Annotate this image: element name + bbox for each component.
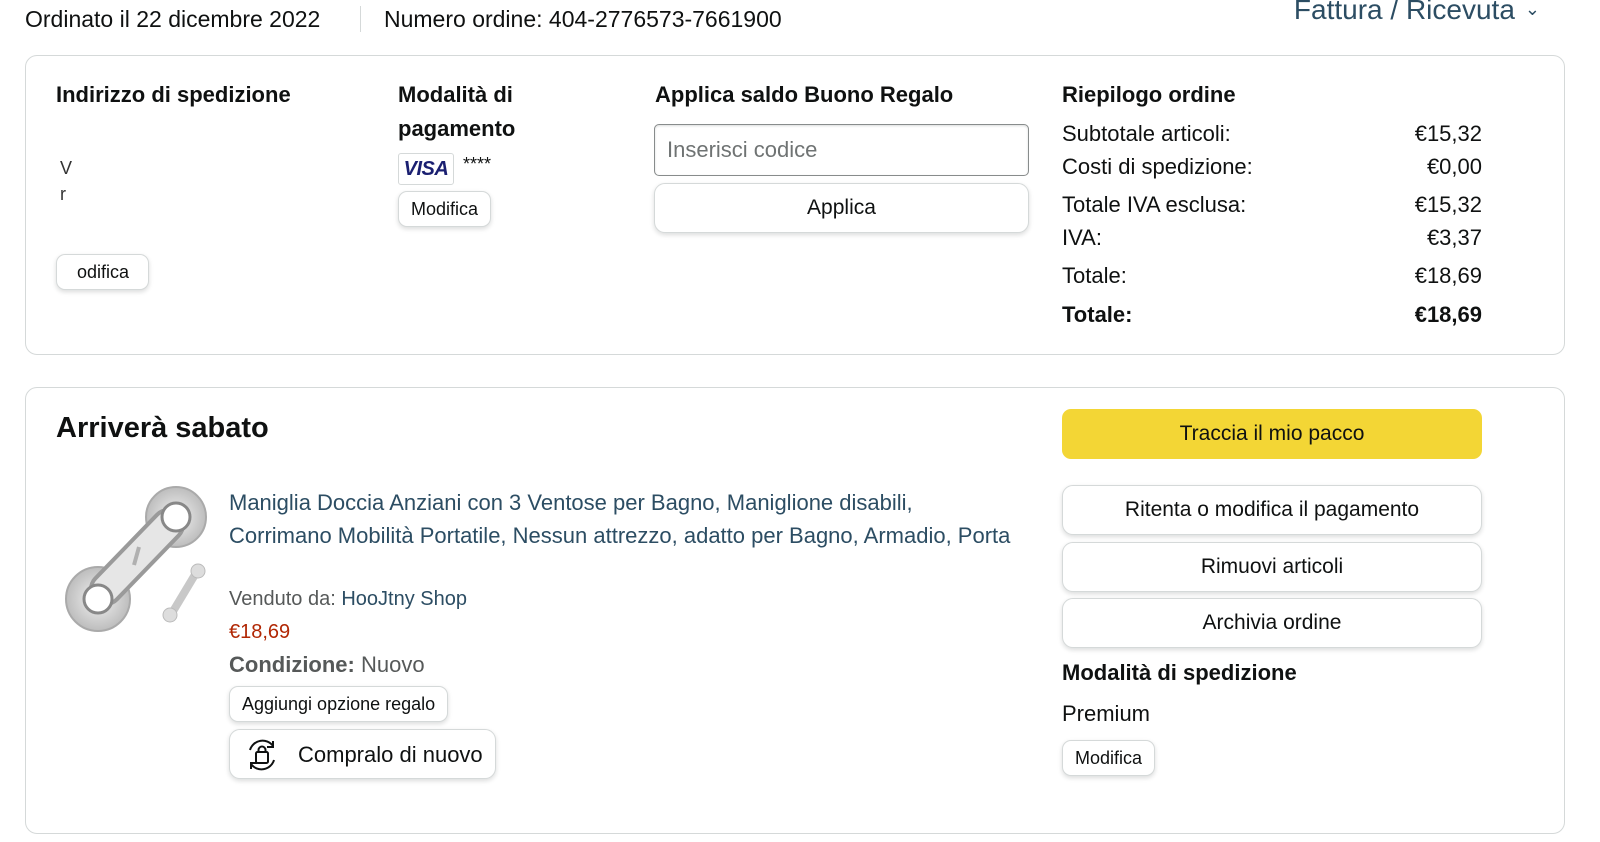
buy-again-label: Compralo di nuovo	[298, 742, 483, 767]
product-image[interactable]	[64, 483, 214, 635]
summary-row: Costi di spedizione: €0,00	[1062, 154, 1482, 180]
payment-modify-button[interactable]: Modifica	[398, 191, 492, 227]
product-title-link[interactable]: Maniglia Doccia Anziani con 3 Ventose pe…	[229, 486, 1019, 552]
order-header: Ordinato il 22 dicembre 2022 Numero ordi…	[25, 0, 1565, 40]
summary-label: IVA:	[1062, 225, 1102, 250]
retry-payment-button[interactable]: Ritenta o modifica il pagamento	[1062, 485, 1482, 535]
condition-value: Nuovo	[361, 652, 425, 677]
summary-label: Subtotale articoli:	[1062, 121, 1231, 146]
summary-label: Totale IVA esclusa:	[1062, 192, 1247, 217]
condition-label: Condizione:	[229, 652, 355, 677]
payment-title: Modalità di pagamento	[398, 82, 516, 141]
summary-value: €0,00	[1426, 154, 1482, 179]
buy-again-button[interactable]: Compralo di nuovo	[229, 729, 496, 779]
address-line: V	[60, 158, 79, 178]
summary-value: €18,69	[1414, 263, 1482, 288]
summary-label: Costi di spedizione:	[1062, 154, 1253, 179]
address-modify-button[interactable]: odifica	[56, 254, 149, 290]
summary-row: Subtotale articoli: €15,32	[1062, 121, 1482, 147]
chevron-down-icon: ⌄	[1524, 0, 1540, 19]
order-number: Numero ordine: 404-2776573-7661900	[384, 6, 782, 32]
order-summary-title: Riepilogo ordine	[1062, 82, 1236, 107]
gift-card-title: Applica saldo Buono Regalo	[655, 82, 954, 107]
header-divider	[360, 6, 361, 32]
sold-by: Venduto da: HooJtny Shop	[229, 588, 467, 611]
gift-code-input[interactable]	[654, 124, 1029, 176]
sold-by-label: Venduto da:	[229, 588, 336, 610]
summary-value: €3,37	[1426, 225, 1482, 250]
summary-value: €15,32	[1414, 121, 1482, 146]
order-date: Ordinato il 22 dicembre 2022	[25, 6, 321, 32]
invoice-dropdown[interactable]: Fattura / Ricevuta ⌄	[1294, 0, 1540, 26]
shipping-modify-button[interactable]: Modifica	[1062, 740, 1156, 776]
product-condition: Condizione: Nuovo	[229, 652, 425, 678]
summary-value: €18,69	[1414, 302, 1482, 327]
address-line: r	[60, 184, 72, 204]
archive-order-button[interactable]: Archivia ordine	[1062, 598, 1482, 648]
invoice-label: Fattura / Ricevuta	[1293, 0, 1515, 25]
summary-label: Totale:	[1062, 263, 1127, 288]
summary-row: Totale IVA esclusa: €15,32	[1062, 192, 1482, 218]
remove-items-button[interactable]: Rimuovi articoli	[1062, 542, 1482, 592]
apply-gift-button[interactable]: Applica	[654, 183, 1029, 233]
visa-card-icon: VISA	[398, 153, 454, 185]
summary-row: IVA: €3,37	[1062, 225, 1482, 251]
add-gift-option-button[interactable]: Aggiungi opzione regalo	[229, 686, 449, 722]
shipping-address-title: Indirizzo di spedizione	[56, 82, 291, 107]
product-price: €18,69	[229, 621, 291, 643]
summary-label: Totale:	[1062, 302, 1133, 327]
reorder-bag-icon	[249, 739, 275, 771]
summary-grand-total-row: Totale: €18,69	[1062, 302, 1482, 328]
shipment-card: Arriverà sabato Maniglia Doccia Anziani …	[25, 387, 1565, 834]
order-details-card: Indirizzo di spedizione V r odifica Moda…	[25, 55, 1565, 355]
summary-value: €15,32	[1414, 192, 1482, 217]
delivery-status-title: Arriverà sabato	[56, 412, 269, 444]
summary-row: Totale: €18,69	[1062, 263, 1482, 289]
seller-link[interactable]: HooJtny Shop	[341, 588, 467, 610]
track-package-button[interactable]: Traccia il mio pacco	[1062, 409, 1482, 459]
shipping-method-value: Premium	[1062, 701, 1151, 726]
shipping-method-title: Modalità di spedizione	[1062, 660, 1297, 685]
card-number-mask: ****	[463, 154, 492, 174]
